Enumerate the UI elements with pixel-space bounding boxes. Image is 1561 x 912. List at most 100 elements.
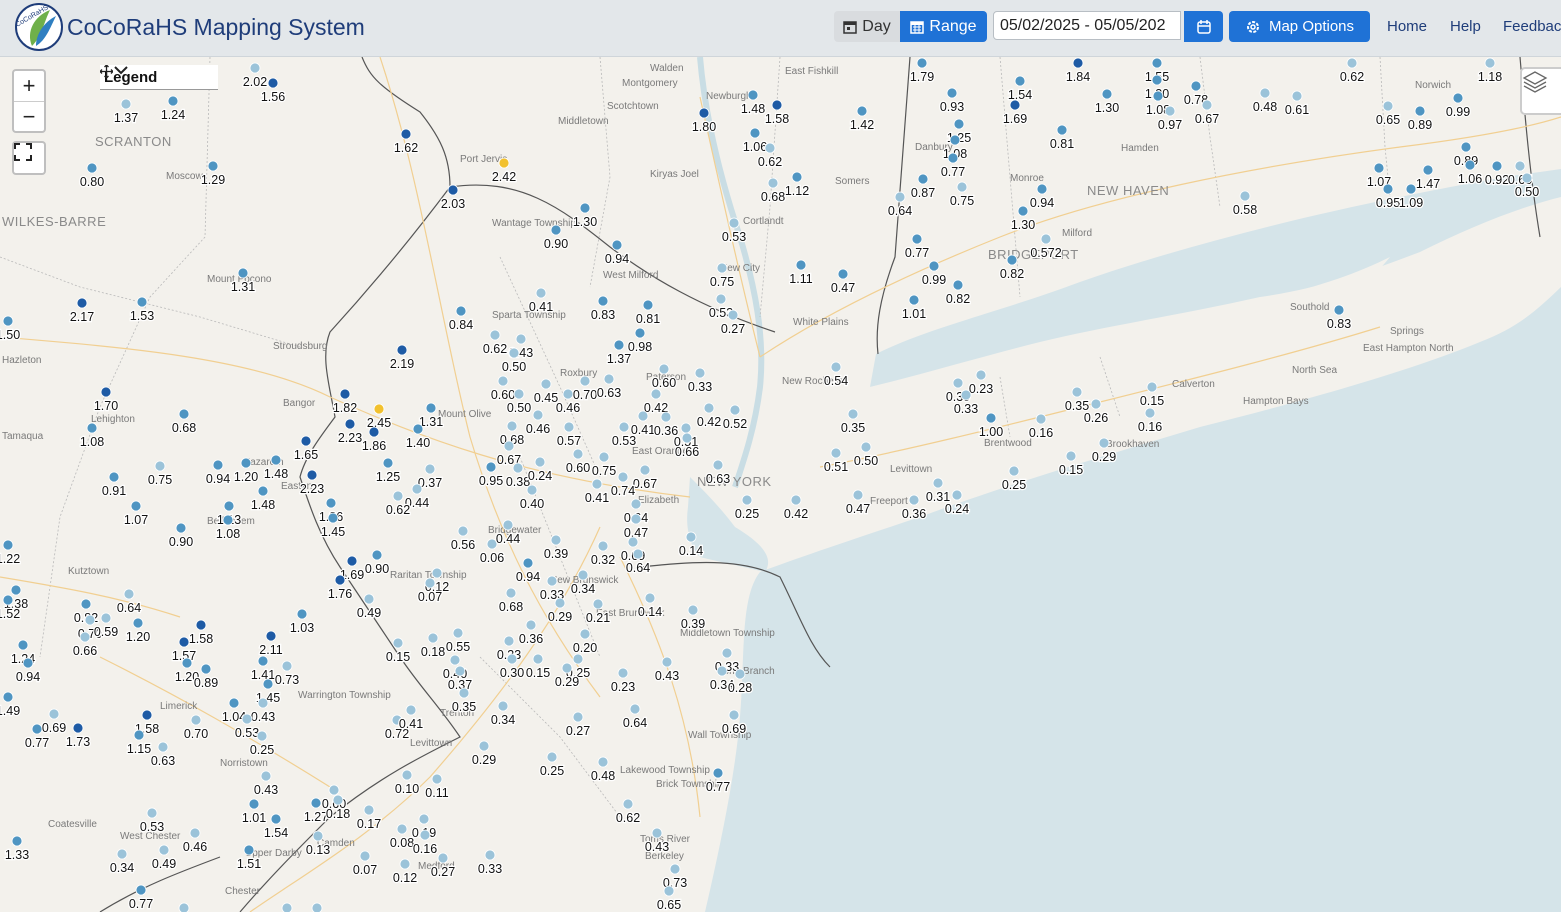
calendar-picker-button[interactable] — [1184, 11, 1223, 42]
station-marker[interactable] — [830, 361, 842, 373]
station-marker[interactable] — [1056, 124, 1068, 136]
station-marker[interactable] — [1239, 190, 1251, 202]
station-marker[interactable] — [2, 594, 14, 606]
station-marker[interactable] — [916, 57, 928, 69]
station-marker[interactable] — [908, 494, 920, 506]
station-marker[interactable] — [86, 162, 98, 174]
station-marker[interactable] — [613, 339, 625, 351]
station-marker[interactable] — [952, 377, 964, 389]
station-marker[interactable] — [100, 612, 112, 624]
station-marker[interactable] — [771, 99, 783, 111]
station-marker[interactable] — [332, 794, 344, 806]
station-marker[interactable] — [243, 844, 255, 856]
station-marker[interactable] — [237, 267, 249, 279]
station-marker[interactable] — [363, 593, 375, 605]
station-marker[interactable] — [371, 549, 383, 561]
station-marker[interactable] — [312, 830, 324, 842]
station-marker[interactable] — [852, 489, 864, 501]
station-marker[interactable] — [249, 62, 261, 74]
map-view[interactable]: SCRANTON WILKES-BARRE NEW HAVEN BRIDGEPORT N… — [0, 57, 1561, 912]
station-marker[interactable] — [727, 309, 739, 321]
station-marker[interactable] — [847, 408, 859, 420]
station-marker[interactable] — [84, 614, 96, 626]
station-marker[interactable] — [396, 823, 408, 835]
station-marker[interactable] — [248, 798, 260, 810]
station-marker[interactable] — [484, 849, 496, 861]
station-marker[interactable] — [515, 333, 527, 345]
station-marker[interactable] — [554, 597, 566, 609]
date-range-input[interactable] — [993, 11, 1181, 40]
station-marker[interactable] — [1373, 162, 1385, 174]
station-marker[interactable] — [522, 557, 534, 569]
station-marker[interactable] — [306, 469, 318, 481]
station-marker[interactable] — [411, 483, 423, 495]
station-marker[interactable] — [412, 423, 424, 435]
station-marker[interactable] — [597, 295, 609, 307]
station-marker[interactable] — [767, 177, 779, 189]
station-marker[interactable] — [932, 477, 944, 489]
station-marker[interactable] — [11, 835, 23, 847]
station-marker[interactable] — [505, 587, 517, 599]
station-marker[interactable] — [975, 369, 987, 381]
station-marker[interactable] — [650, 388, 662, 400]
station-marker[interactable] — [311, 902, 323, 912]
station-marker[interactable] — [310, 797, 322, 809]
station-marker[interactable] — [715, 293, 727, 305]
station-marker[interactable] — [1201, 99, 1213, 111]
station-marker[interactable] — [577, 569, 589, 581]
station-marker[interactable] — [1006, 254, 1018, 266]
station-marker[interactable] — [629, 703, 641, 715]
station-marker[interactable] — [728, 217, 740, 229]
station-marker[interactable] — [603, 373, 615, 385]
station-marker[interactable] — [452, 627, 464, 639]
station-marker[interactable] — [960, 389, 972, 401]
station-marker[interactable] — [597, 756, 609, 768]
station-marker[interactable] — [1514, 160, 1526, 172]
station-marker[interactable] — [634, 327, 646, 339]
station-marker[interactable] — [630, 513, 642, 525]
station-marker[interactable] — [1382, 100, 1394, 112]
station-marker[interactable] — [617, 471, 629, 483]
station-marker[interactable] — [550, 224, 562, 236]
station-marker[interactable] — [687, 604, 699, 616]
station-marker[interactable] — [80, 598, 92, 610]
station-marker[interactable] — [368, 426, 380, 438]
station-marker[interactable] — [917, 173, 929, 185]
station-marker[interactable] — [579, 628, 591, 640]
station-marker[interactable] — [419, 829, 431, 841]
station-marker[interactable] — [281, 902, 293, 912]
station-marker[interactable] — [265, 630, 277, 642]
station-marker[interactable] — [334, 574, 346, 586]
station-marker[interactable] — [281, 660, 293, 672]
station-marker[interactable] — [223, 500, 235, 512]
station-marker[interactable] — [76, 297, 88, 309]
station-marker[interactable] — [1144, 407, 1156, 419]
station-marker[interactable] — [1071, 386, 1083, 398]
station-marker[interactable] — [1259, 87, 1271, 99]
day-button[interactable]: Day — [834, 11, 900, 42]
station-marker[interactable] — [658, 363, 670, 375]
station-marker[interactable] — [489, 329, 501, 341]
station-marker[interactable] — [644, 592, 656, 604]
station-marker[interactable] — [262, 678, 274, 690]
station-marker[interactable] — [270, 813, 282, 825]
station-marker[interactable] — [956, 181, 968, 193]
station-marker[interactable] — [458, 687, 470, 699]
station-marker[interactable] — [1008, 465, 1020, 477]
station-marker[interactable] — [100, 386, 112, 398]
station-marker[interactable] — [1422, 164, 1434, 176]
station-marker[interactable] — [228, 697, 240, 709]
station-marker[interactable] — [346, 555, 358, 567]
station-marker[interactable] — [296, 608, 308, 620]
station-marker[interactable] — [1291, 90, 1303, 102]
zoom-in-button[interactable]: + — [14, 71, 44, 102]
station-marker[interactable] — [327, 512, 339, 524]
station-marker[interactable] — [946, 87, 958, 99]
station-marker[interactable] — [344, 418, 356, 430]
station-marker[interactable] — [497, 700, 509, 712]
station-marker[interactable] — [698, 107, 710, 119]
station-marker[interactable] — [985, 412, 997, 424]
station-marker[interactable] — [260, 770, 272, 782]
station-marker[interactable] — [178, 636, 190, 648]
station-marker[interactable] — [141, 709, 153, 721]
